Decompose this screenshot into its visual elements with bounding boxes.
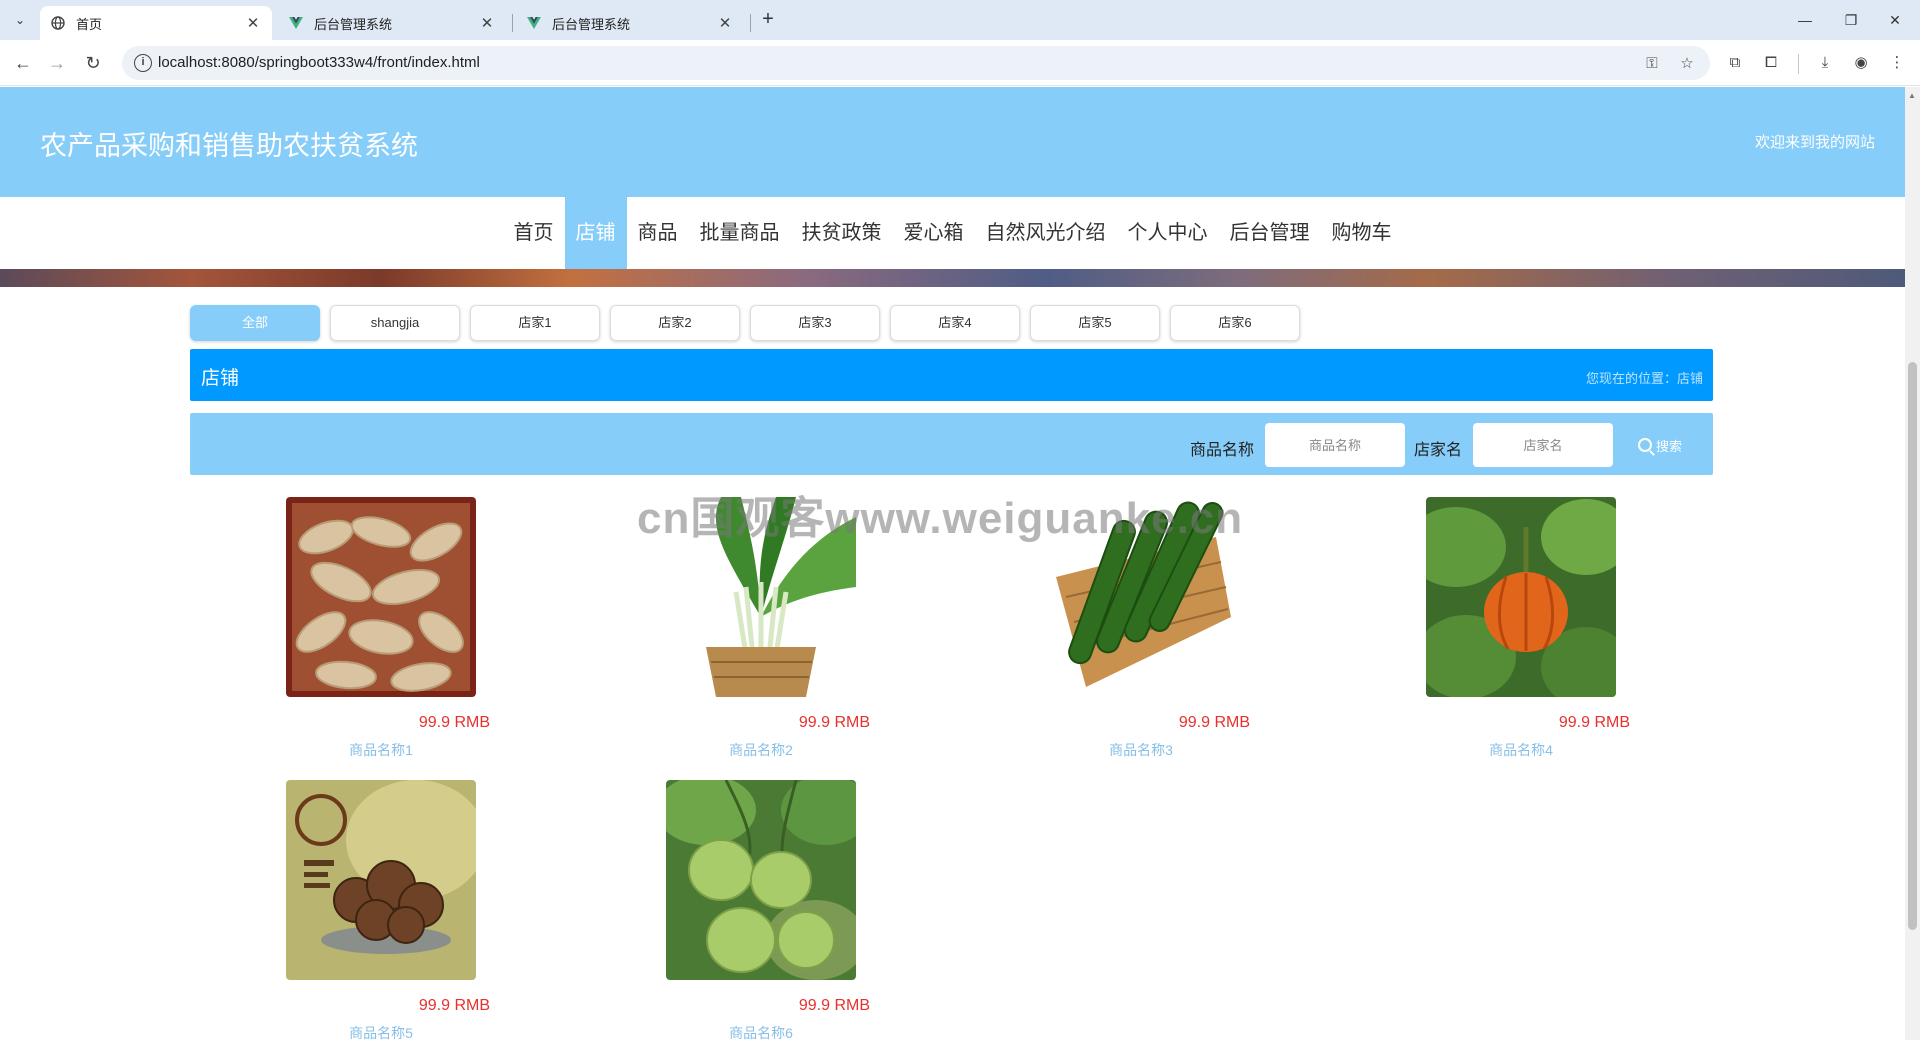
url-text[interactable]: localhost:8080/springboot333w4/front/ind… <box>158 54 480 71</box>
cast-screen-icon[interactable]: ⧉ <box>1724 52 1746 74</box>
close-icon[interactable]: ✕ <box>716 14 734 32</box>
shop-name-input[interactable] <box>1473 423 1613 467</box>
search-icon <box>1638 438 1652 452</box>
breadcrumb: 您现在的位置：店铺 <box>1585 371 1703 386</box>
product-price: 99.9 RMB <box>418 714 490 731</box>
reload-icon[interactable]: ↻ <box>80 50 106 76</box>
product-name[interactable]: 商品名称2 <box>666 740 856 760</box>
section-header: 店铺 您现在的位置：店铺 <box>190 349 1713 401</box>
product-name-input[interactable] <box>1265 423 1405 467</box>
tab-search-chevron-icon[interactable]: ⌄ <box>8 8 32 32</box>
globe-icon <box>50 15 66 31</box>
search-button-label: 搜索 <box>1656 438 1683 454</box>
filter-all[interactable]: 全部 <box>190 305 320 341</box>
filter-shop[interactable]: 店家3 <box>750 305 880 341</box>
browser-tab-admin-1[interactable]: 后台管理系统 ✕ <box>278 6 506 40</box>
watermark-text: cn国观客www.weiguanke.cn <box>637 494 1244 543</box>
password-key-icon[interactable]: ⚿ <box>1642 54 1662 74</box>
nav-item-products[interactable]: 商品 <box>627 197 689 269</box>
product-price: 99.9 RMB <box>1558 714 1630 731</box>
tab-separator <box>750 14 751 32</box>
nav-item-home[interactable]: 首页 <box>503 197 565 269</box>
filter-shop[interactable]: 店家4 <box>890 305 1020 341</box>
shop-name-label: 店家名 <box>1414 442 1463 459</box>
toolbar-separator <box>1798 54 1799 74</box>
site-title: 农产品采购和销售助农扶贫系统 <box>40 131 418 161</box>
window-close-icon[interactable]: ✕ <box>1880 8 1910 32</box>
browser-tab-admin-2[interactable]: 后台管理系统 ✕ <box>516 6 744 40</box>
product-card[interactable]: 99.9 RMB 商品名称4 <box>1330 497 1630 760</box>
tab-title: 后台管理系统 <box>314 16 393 32</box>
search-button[interactable]: 搜索 <box>1638 433 1708 457</box>
vue-logo-icon <box>526 15 542 31</box>
main-nav: 首页 店铺 商品 批量商品 扶贫政策 爱心箱 自然风光介绍 个人中心 后台管理 … <box>0 197 1905 269</box>
product-price: 99.9 RMB <box>798 714 870 731</box>
search-bar: 商品名称 店家名 搜索 <box>190 413 1713 475</box>
address-bar[interactable]: i localhost:8080/springboot333w4/front/i… <box>122 46 1710 80</box>
menu-kebab-icon[interactable]: ⋮ <box>1886 52 1908 74</box>
browser-toolbar: ← → ↻ i localhost:8080/springboot333w4/f… <box>0 40 1920 86</box>
product-name-label: 商品名称 <box>1190 442 1255 459</box>
extensions-puzzle-icon[interactable]: ⧠ <box>1760 52 1782 74</box>
minimize-icon[interactable]: — <box>1790 8 1820 32</box>
nav-item-shops[interactable]: 店铺 <box>564 197 627 269</box>
profile-avatar-icon[interactable]: ◉ <box>1850 52 1872 74</box>
site-welcome-text: 欢迎来到我的网站 <box>1754 134 1875 151</box>
section-title: 店铺 <box>201 368 240 389</box>
filter-shop[interactable]: shangjia <box>330 305 460 341</box>
filter-shop[interactable]: 店家5 <box>1030 305 1160 341</box>
nav-item-poverty-policy[interactable]: 扶贫政策 <box>791 197 893 269</box>
product-card[interactable]: 99.9 RMB 商品名称6 <box>570 780 870 1040</box>
product-price: 99.9 RMB <box>1178 714 1250 731</box>
browser-tab-home[interactable]: 首页 ✕ <box>40 6 272 40</box>
close-icon[interactable]: ✕ <box>244 14 262 32</box>
filter-shop[interactable]: 店家2 <box>610 305 740 341</box>
nav-item-bulk-products[interactable]: 批量商品 <box>689 197 791 269</box>
forward-arrow-icon[interactable]: → <box>44 50 70 76</box>
filter-shop[interactable]: 店家1 <box>470 305 600 341</box>
browser-tab-bar: ⌄ 首页 ✕ 后台管理系统 ✕ 后台管理系统 ✕ + — ❐ ✕ <box>0 0 1920 40</box>
tab-title: 后台管理系统 <box>552 16 631 32</box>
back-arrow-icon[interactable]: ← <box>10 50 36 76</box>
tab-separator <box>512 14 513 32</box>
banner-image-strip <box>0 269 1905 287</box>
site-info-icon[interactable]: i <box>134 54 152 72</box>
close-icon[interactable]: ✕ <box>478 14 496 32</box>
site-header: 农产品采购和销售助农扶贫系统 欢迎来到我的网站 <box>0 87 1905 197</box>
ginger-image[interactable] <box>286 497 476 697</box>
page-viewport: 农产品采购和销售助农扶贫系统 欢迎来到我的网站 首页 店铺 商品 批量商品 扶贫… <box>0 87 1905 1040</box>
page-scrollbar[interactable]: ▲ <box>1905 87 1920 1040</box>
nav-item-admin[interactable]: 后台管理 <box>1219 197 1321 269</box>
mushrooms-image[interactable] <box>286 780 476 980</box>
vue-logo-icon <box>288 15 304 31</box>
filter-shop[interactable]: 店家6 <box>1170 305 1300 341</box>
nav-item-scenery[interactable]: 自然风光介绍 <box>975 197 1117 269</box>
product-name[interactable]: 商品名称1 <box>286 740 476 760</box>
scrollbar-thumb[interactable] <box>1908 362 1917 930</box>
product-name[interactable]: 商品名称4 <box>1426 740 1616 760</box>
green-fruit-image[interactable] <box>666 780 856 980</box>
nav-item-cart[interactable]: 购物车 <box>1321 197 1403 269</box>
restore-icon[interactable]: ❐ <box>1836 8 1866 32</box>
tab-title: 首页 <box>76 16 103 32</box>
product-card[interactable]: 99.9 RMB 商品名称5 <box>190 780 490 1040</box>
nav-item-personal-center[interactable]: 个人中心 <box>1117 197 1219 269</box>
bookmark-star-icon[interactable]: ☆ <box>1677 54 1697 74</box>
product-price: 99.9 RMB <box>798 997 870 1014</box>
product-card[interactable]: 99.9 RMB 商品名称1 <box>190 497 490 760</box>
scroll-up-arrow-icon[interactable]: ▲ <box>1908 91 1916 100</box>
nav-item-love-box[interactable]: 爱心箱 <box>893 197 975 269</box>
product-name[interactable]: 商品名称6 <box>666 1023 856 1040</box>
new-tab-plus-icon[interactable]: + <box>756 8 780 32</box>
product-name[interactable]: 商品名称3 <box>1046 740 1236 760</box>
pumpkin-image[interactable] <box>1426 497 1616 697</box>
download-icon[interactable]: ⤓ <box>1814 52 1836 74</box>
product-name[interactable]: 商品名称5 <box>286 1023 476 1040</box>
product-price: 99.9 RMB <box>418 997 490 1014</box>
